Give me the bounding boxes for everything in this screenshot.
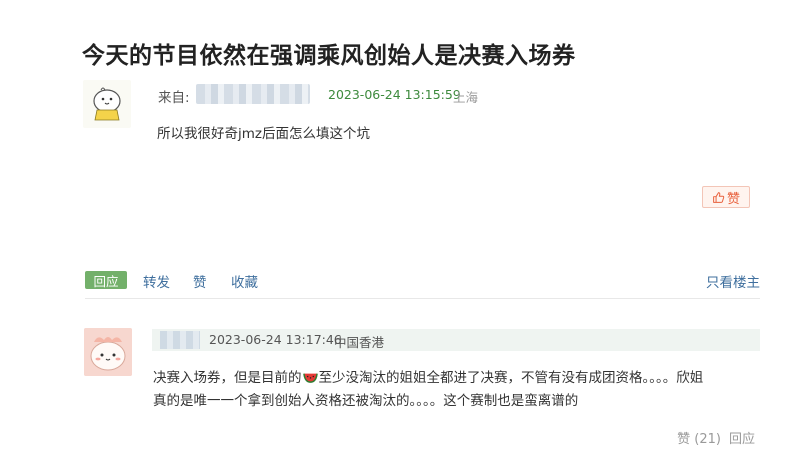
post-location: 上海 [453,90,479,105]
reply-footer: 赞 (21) 回应 [677,428,755,447]
collect-link[interactable]: 收藏 [231,271,258,291]
op-avatar[interactable] [83,80,131,128]
reply-meta-bar: 2023-06-24 13:17:46 中国香港 [152,329,760,351]
watermelon-emoji-icon [302,373,318,383]
chick-avatar-icon [83,80,131,128]
author-name-blurred[interactable] [196,84,310,104]
post-title: 今天的节目依然在强调乘风创始人是决赛入场券 [82,43,576,69]
reply-author-blurred[interactable] [160,331,200,349]
divider [85,298,760,299]
post-body: 所以我很好奇jmz后面怎么填这个坑 [157,126,370,142]
reply-time: 2023-06-24 13:17:46 [209,332,342,347]
pink-blob-avatar-icon [84,328,132,376]
reply-like-link[interactable]: 赞 (21) [677,428,721,447]
like-button[interactable]: 赞 [702,186,750,208]
source-label: 来自: [158,90,190,106]
repost-link[interactable]: 转发 [143,271,170,291]
only-op-link[interactable]: 只看楼主 [706,271,760,291]
like-link[interactable]: 赞 [193,271,207,291]
reply-location: 中国香港 [334,335,385,350]
reply-line-1: 决赛入场券，但是目前的 至少没淘汰的姐姐全都进了决赛，不管有没有成团资格。。。。欣… [153,367,758,390]
post-time: 2023-06-24 13:15:59 [328,87,461,102]
reply-line-1a: 决赛入场券，但是目前的 [153,370,302,386]
reply-line-2: 真的是唯一一个拿到创始人资格还被淘汰的。。。。这个赛制也是蛮离谱的 [153,393,579,409]
thumb-up-icon [713,191,725,203]
reply-reply-link[interactable]: 回应 [729,428,755,447]
post-actions-bar: 回应 转发 赞 收藏 只看楼主 [85,270,760,292]
reply-avatar[interactable] [84,328,132,376]
like-button-label: 赞 [726,191,740,207]
reply-line-1b: 至少没淘汰的姐姐全都进了决赛，不管有没有成团资格。。。。欣姐 [318,370,704,386]
reply-body: 决赛入场券，但是目前的 至少没淘汰的姐姐全都进了决赛，不管有没有成团资格。。。。欣… [153,367,758,413]
reply-button[interactable]: 回应 [85,271,127,289]
